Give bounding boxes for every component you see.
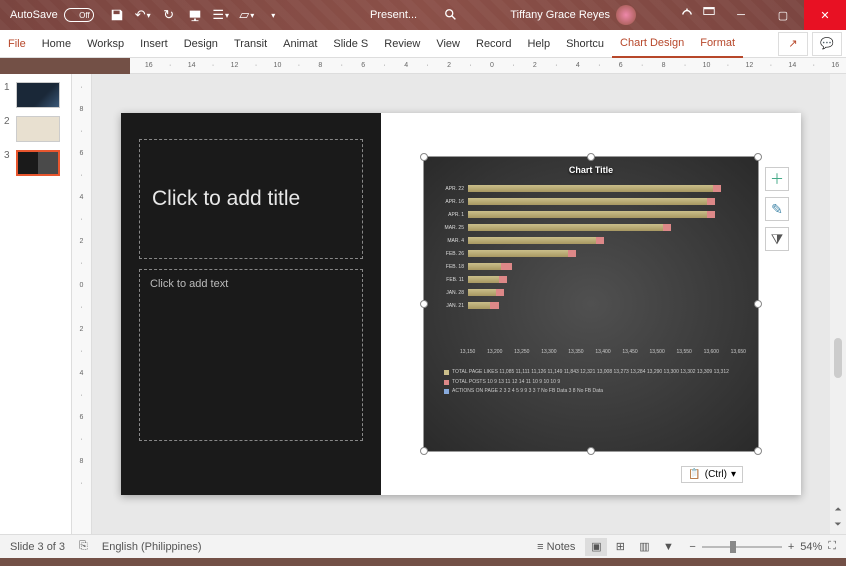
user-avatar[interactable] (616, 5, 636, 25)
zoom-level[interactable]: 54% (800, 541, 822, 553)
ribbon-mode-icon[interactable] (698, 0, 720, 22)
sorter-view-icon[interactable]: ⊞ (609, 538, 631, 556)
autosave-label: AutoSave (10, 9, 58, 21)
shape-icon[interactable]: ▱▾ (236, 4, 258, 26)
zoom-slider[interactable] (702, 546, 782, 548)
save-icon[interactable] (106, 4, 128, 26)
slideshow-view-icon[interactable]: ▼ (657, 538, 679, 556)
tab-insert[interactable]: Insert (132, 30, 176, 58)
chart-object[interactable]: Chart Title APR. 22APR. 16APR. 1MAR. 25M… (423, 156, 759, 452)
tab-design[interactable]: Design (176, 30, 226, 58)
language-status[interactable]: English (Philippines) (102, 541, 202, 553)
share-button[interactable]: ↗ (778, 32, 808, 56)
thumbnail-2[interactable]: 2 (4, 116, 67, 142)
tab-shortcuts[interactable]: Shortcu (558, 30, 612, 58)
fit-window-icon[interactable]: ⛶ (828, 540, 836, 553)
notes-button[interactable]: ≡ Notes (537, 541, 575, 553)
redo-icon[interactable]: ↻ (158, 4, 180, 26)
normal-view-icon[interactable]: ▣ (585, 538, 607, 556)
title-placeholder[interactable]: Click to add title (139, 139, 363, 259)
tab-view[interactable]: View (428, 30, 468, 58)
tab-chart-design[interactable]: Chart Design (612, 30, 692, 58)
thumbnail-3[interactable]: 3 (4, 150, 67, 176)
thumbnail-1[interactable]: 1 (4, 82, 67, 108)
autosave-toggle[interactable]: Off (64, 8, 94, 22)
slide-canvas: Click to add title Click to add text Cha… (121, 113, 801, 495)
undo-icon[interactable]: ↶▾ (132, 4, 154, 26)
reading-view-icon[interactable]: ▥ (633, 538, 655, 556)
slide-thumbnails: 1 2 3 (0, 74, 72, 534)
tab-home[interactable]: Home (34, 30, 79, 58)
tab-workspace[interactable]: Worksp (79, 30, 132, 58)
tab-review[interactable]: Review (376, 30, 428, 58)
tab-help[interactable]: Help (519, 30, 558, 58)
list-icon[interactable]: ☰▾ (210, 4, 232, 26)
close-button[interactable]: ✕ (804, 0, 846, 30)
chart-legend: TOTAL PAGE LIKES 11,085 11,111 11,126 11… (424, 355, 758, 406)
maximize-button[interactable]: ▢ (762, 0, 804, 30)
chart-elements-button[interactable]: ＋ (765, 167, 789, 191)
user-name: Tiffany Grace Reyes (510, 9, 610, 21)
comments-button[interactable]: 💬 (812, 32, 842, 56)
tab-format[interactable]: Format (692, 30, 743, 58)
tab-transitions[interactable]: Transit (226, 30, 275, 58)
paste-options-button[interactable]: 📋 (Ctrl) ▾ (681, 466, 743, 483)
text-placeholder[interactable]: Click to add text (139, 269, 363, 441)
qat-more-icon[interactable]: ▾ (262, 4, 284, 26)
coming-soon-icon[interactable] (676, 0, 698, 22)
search-icon[interactable] (440, 4, 462, 26)
zoom-out-button[interactable]: − (689, 541, 695, 553)
tab-slideshow[interactable]: Slide S (325, 30, 376, 58)
prev-slide-icon[interactable]: ⏶ (834, 504, 841, 515)
vertical-scrollbar[interactable]: ⏶ ⏷ (830, 74, 846, 534)
accessibility-icon[interactable]: ⎘ (79, 540, 88, 553)
vertical-ruler: ·8·6·4·2·0·2·4·6·8· (72, 74, 92, 534)
tab-animations[interactable]: Animat (275, 30, 325, 58)
minimize-button[interactable]: ─ (720, 0, 762, 30)
chart-title: Chart Title (424, 157, 758, 179)
chart-styles-button[interactable]: ✎ (765, 197, 789, 221)
tab-file[interactable]: File (0, 30, 34, 58)
present-icon[interactable] (184, 4, 206, 26)
tab-recording[interactable]: Record (468, 30, 519, 58)
next-slide-icon[interactable]: ⏷ (834, 519, 841, 530)
horizontal-ruler: 16·14·12·10·8·6·4·2·0·2·4·6·8·10·12·14·1… (130, 58, 846, 74)
chart-plot-area: APR. 22APR. 16APR. 1MAR. 25MAR. 4FEB. 26… (424, 179, 758, 349)
document-title: Present... (370, 9, 417, 21)
slide-counter[interactable]: Slide 3 of 3 (10, 541, 65, 553)
chart-filters-button[interactable]: ⧩ (765, 227, 789, 251)
zoom-in-button[interactable]: + (788, 541, 794, 553)
